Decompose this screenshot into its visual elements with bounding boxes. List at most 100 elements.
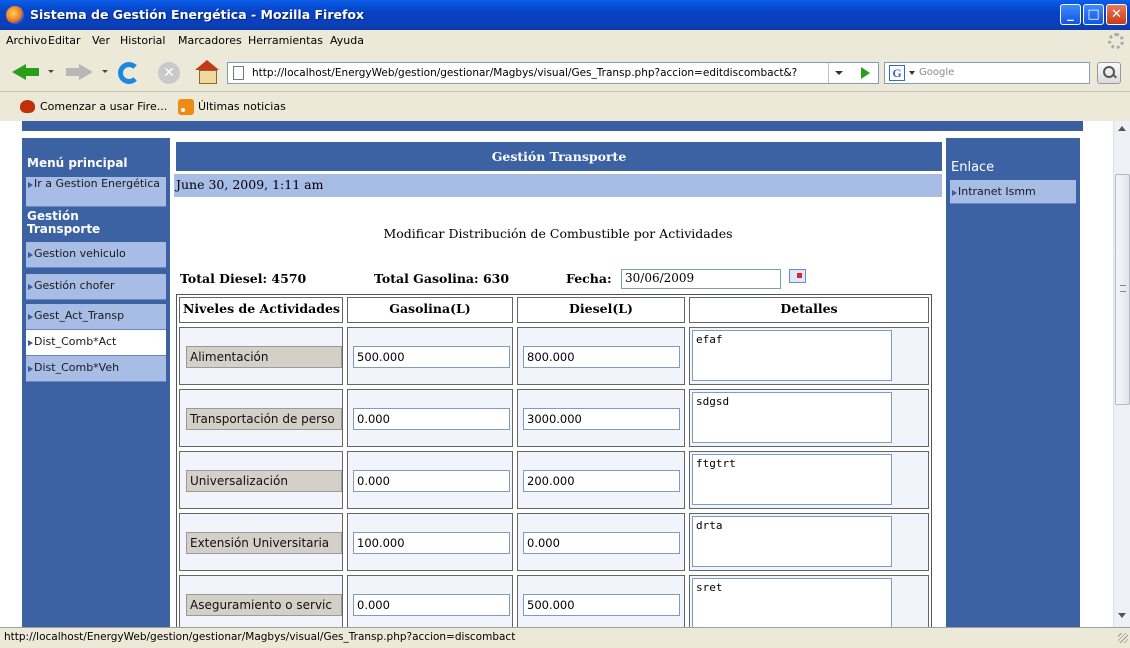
search-icon[interactable] [1097, 62, 1121, 84]
arrow-icon [28, 284, 33, 290]
detalles-textarea[interactable]: sdgsd [692, 392, 892, 443]
fecha-input[interactable]: 30/06/2009 [621, 269, 781, 289]
menu-marcadores[interactable]: Marcadores [178, 34, 242, 47]
total-gasolina: Total Gasolina: 630 [374, 271, 510, 286]
google-logo-icon[interactable]: G [889, 65, 905, 81]
firefox-icon [6, 6, 24, 24]
gasolina-input[interactable]: 100.000 [353, 532, 510, 554]
sidebar-item-dist-comb-veh[interactable]: Dist_Comb*Veh [26, 356, 166, 382]
search-placeholder[interactable]: Google [919, 67, 954, 78]
vertical-scrollbar[interactable] [1113, 121, 1130, 627]
table-row: Universalización [179, 451, 343, 509]
diesel-cell: 200.000 [517, 451, 685, 509]
total-diesel: Total Diesel: 4570 [180, 271, 307, 286]
gasolina-input[interactable]: 0.000 [353, 470, 510, 492]
page-title: Gestión Transporte [176, 142, 942, 171]
gasolina-input[interactable]: 0.000 [353, 594, 510, 616]
gasolina-cell: 0.000 [347, 451, 513, 509]
activity-label: Transportación de perso [186, 408, 342, 430]
diesel-cell: 500.000 [517, 575, 685, 627]
stop-icon[interactable]: ✕ [158, 62, 180, 84]
menu-archivo[interactable]: Archivo [6, 34, 47, 47]
scroll-thumb[interactable] [1115, 174, 1130, 405]
diesel-input[interactable]: 3000.000 [523, 408, 680, 430]
bookmark-getting-started[interactable]: Comenzar a usar Fire... [40, 100, 167, 113]
gasolina-input[interactable]: 500.000 [353, 346, 510, 368]
sidebar-item-label: Dist_Comb*Act [34, 335, 117, 348]
url-bar[interactable]: http://localhost/EnergyWeb/gestion/gesti… [227, 62, 879, 84]
menu-ver[interactable]: Ver [92, 34, 110, 47]
sidebar-item-ir-gestion[interactable]: Ir a Gestion Energética [26, 177, 166, 207]
maximize-button[interactable]: □ [1083, 4, 1104, 25]
link-intranet-ismm[interactable]: Intranet Ismm [950, 180, 1076, 204]
diesel-input[interactable]: 800.000 [523, 346, 680, 368]
grip-icon [1120, 285, 1126, 292]
back-dropdown-icon[interactable] [48, 70, 54, 73]
back-arrow-icon[interactable] [12, 60, 40, 84]
forward-arrow-icon[interactable] [66, 60, 94, 84]
diesel-input[interactable]: 0.000 [523, 532, 680, 554]
link-label: Intranet Ismm [958, 185, 1036, 198]
date-bar: June 30, 2009, 1:11 am [174, 174, 942, 197]
url-dropdown-icon[interactable] [828, 63, 848, 83]
detalles-textarea[interactable]: sret [692, 578, 892, 627]
status-text: http://localhost/EnergyWeb/gestion/gesti… [4, 631, 516, 643]
sidebar-item-label: Ir a Gestion Energética [34, 177, 161, 190]
go-arrow-icon[interactable] [852, 63, 878, 83]
detalles-textarea[interactable]: efaf [692, 330, 892, 381]
menu-historial[interactable]: Historial [120, 34, 165, 47]
calendar-icon[interactable] [789, 269, 806, 283]
detalles-textarea[interactable]: drta [692, 516, 892, 567]
activity-label: Alimentación [186, 346, 342, 368]
reload-icon[interactable] [118, 62, 140, 84]
sidebar-item-label: Dist_Comb*Veh [34, 361, 120, 374]
diesel-cell: 800.000 [517, 327, 685, 385]
table-row: Alimentación [179, 327, 343, 385]
sidebar-item-gestion-vehiculo[interactable]: Gestion vehiculo [26, 242, 166, 268]
search-bar[interactable]: G Google [884, 62, 1090, 84]
url-text[interactable]: http://localhost/EnergyWeb/gestion/gesti… [252, 67, 822, 79]
search-engine-dropdown-icon[interactable] [909, 71, 915, 75]
diesel-cell: 0.000 [517, 513, 685, 571]
detalles-cell: sret [689, 575, 929, 627]
activity-label: Aseguramiento o servic [186, 594, 342, 616]
diesel-input[interactable]: 200.000 [523, 470, 680, 492]
bookmarks-bar: Comenzar a usar Fire... Últimas noticias [0, 93, 1130, 121]
bookmark-latest-news[interactable]: Últimas noticias [198, 100, 286, 113]
sidebar-item-gest-act-transp[interactable]: Gest_Act_Transp [26, 304, 166, 330]
gasolina-cell: 500.000 [347, 327, 513, 385]
firefox-bookmark-icon [20, 100, 35, 113]
activities-table: Niveles de Actividades Gasolina(L) Diese… [176, 294, 932, 627]
diesel-input[interactable]: 500.000 [523, 594, 680, 616]
close-button[interactable]: ✕ [1106, 4, 1127, 25]
sidebar-item-gestion-chofer[interactable]: Gestión chofer [26, 274, 166, 300]
title-bar: Sistema de Gestión Energética - Mozilla … [0, 0, 1130, 30]
sidebar-item-label: Gest_Act_Transp [34, 309, 125, 322]
right-sidebar: Enlace Intranet Ismm [946, 138, 1080, 627]
arrow-icon [28, 366, 33, 372]
table-row: Aseguramiento o servic [179, 575, 343, 627]
fecha-label: Fecha: [566, 271, 612, 286]
home-icon[interactable] [194, 60, 220, 84]
scroll-down-icon[interactable] [1118, 613, 1126, 618]
links-title: Enlace [951, 160, 995, 175]
forward-dropdown-icon[interactable] [102, 70, 108, 73]
throbber-icon [1108, 33, 1124, 49]
arrow-icon [28, 340, 33, 346]
scroll-up-icon[interactable] [1118, 126, 1126, 131]
gasolina-cell: 100.000 [347, 513, 513, 571]
column-header: Detalles [689, 297, 929, 323]
activity-label: Extensión Universitaria [186, 532, 342, 554]
sidebar-item-dist-comb-act[interactable]: Dist_Comb*Act [26, 330, 166, 356]
menu-herramientas[interactable]: Herramientas [248, 34, 323, 47]
minimize-button[interactable]: _ [1060, 4, 1081, 25]
diesel-cell: 3000.000 [517, 389, 685, 447]
resize-grip-icon[interactable] [1118, 633, 1128, 643]
menu-ayuda[interactable]: Ayuda [330, 34, 364, 47]
navigation-toolbar: ✕ http://localhost/EnergyWeb/gestion/ges… [0, 52, 1130, 92]
menu-bar: Archivo Editar Ver Historial Marcadores … [0, 30, 1130, 52]
gasolina-input[interactable]: 0.000 [353, 408, 510, 430]
menu-editar[interactable]: Editar [48, 34, 81, 47]
detalles-textarea[interactable]: ftgtrt [692, 454, 892, 505]
maximize-icon: □ [1087, 7, 1100, 22]
